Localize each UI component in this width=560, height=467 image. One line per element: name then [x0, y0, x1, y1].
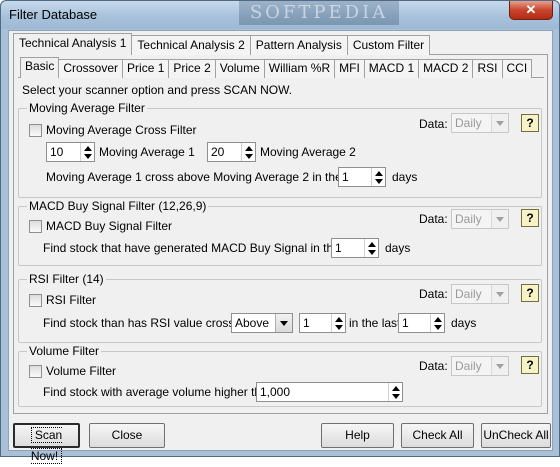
chevron-down-icon	[491, 210, 508, 228]
spin-arrows-icon	[371, 168, 385, 186]
chevron-down-icon	[491, 357, 508, 375]
volume-find-text: Find stock with average volume higher th…	[43, 385, 275, 399]
macd-help-icon[interactable]: ?	[521, 209, 539, 227]
rsi-data-value: Daily	[455, 287, 482, 301]
tab-macd-2[interactable]: MACD 2	[418, 59, 474, 78]
rsi-data-select[interactable]: Daily	[451, 284, 509, 304]
macd-find-text: Find stock that have generated MACD Buy …	[43, 241, 362, 255]
ma1-label: Moving Average 1	[99, 145, 195, 159]
dialog-client-area: Technical Analysis 1 Technical Analysis …	[8, 30, 553, 464]
rsi-days-label: days	[451, 316, 477, 330]
macd-filter-legend: MACD Buy Signal Filter (12,26,9)	[29, 199, 207, 213]
scan-now-label: Scan Now!	[30, 427, 63, 464]
rsi-filter-legend: RSI Filter (14)	[29, 272, 104, 286]
rsi-filter-label: RSI Filter	[46, 293, 97, 307]
tab-technical-analysis-2[interactable]: Technical Analysis 2	[131, 35, 251, 55]
tab-technical-analysis-1[interactable]: Technical Analysis 1	[13, 33, 133, 55]
rsi-days-value: 1	[402, 316, 409, 330]
ma-data-value: Daily	[455, 116, 482, 130]
spin-arrows-icon	[331, 314, 345, 332]
volume-value: 1,000	[260, 385, 291, 399]
volume-help-icon[interactable]: ?	[521, 356, 539, 374]
macd-days-stepper[interactable]: 1	[331, 238, 379, 258]
inner-tab-strip: Basic Crossover Price 1 Price 2 Volume W…	[20, 57, 533, 78]
volume-value-stepper[interactable]: 1,000	[256, 382, 403, 402]
rsi-days-stepper[interactable]: 1	[398, 313, 445, 333]
moving-average-cross-label: Moving Average Cross Filter	[46, 123, 197, 137]
rsi-direction-value: Above	[235, 316, 270, 330]
scan-now-button[interactable]: Scan Now!	[13, 423, 80, 464]
tab-basic[interactable]: Basic	[20, 57, 60, 78]
tab-crossover[interactable]: Crossover	[58, 59, 124, 78]
rsi-help-icon[interactable]: ?	[521, 284, 539, 302]
tab-cci[interactable]: CCI	[501, 59, 533, 78]
softpedia-watermark: SOFTPEDIA	[239, 1, 399, 25]
macd-data-select[interactable]: Daily	[451, 209, 509, 229]
rsi-value: 1	[303, 316, 310, 330]
rsi-find-text: Find stock than has RSI value crossed	[43, 316, 248, 330]
rsi-value-stepper[interactable]: 1	[299, 313, 346, 333]
macd-days-value: 1	[335, 241, 342, 255]
spin-arrows-icon	[241, 143, 255, 161]
volume-data-label: Data:	[419, 359, 448, 373]
spin-arrows-icon	[364, 239, 378, 257]
filter-database-window: Filter Database SOFTPEDIA ✕ Technical An…	[0, 0, 560, 464]
rsi-filter-checkbox[interactable]	[29, 294, 42, 307]
tab-mfi[interactable]: MFI	[334, 59, 365, 78]
ma-cross-text: Moving Average 1 cross above Moving Aver…	[46, 170, 364, 184]
macd-days-label: days	[385, 241, 411, 255]
ma-days-stepper[interactable]: 1	[338, 167, 386, 187]
chevron-down-icon	[491, 114, 508, 132]
macd-data-label: Data:	[419, 212, 448, 226]
check-all-button[interactable]: Check All	[401, 423, 474, 448]
moving-average-filter-legend: Moving Average Filter	[29, 101, 145, 115]
tab-pattern-analysis[interactable]: Pattern Analysis	[249, 35, 348, 55]
ma1-value: 10	[50, 145, 64, 159]
tab-custom-filter[interactable]: Custom Filter	[346, 35, 431, 55]
instruction-text: Select your scanner option and press SCA…	[22, 83, 293, 97]
macd-buy-signal-label: MACD Buy Signal Filter	[46, 219, 173, 233]
chevron-down-icon	[275, 314, 292, 332]
tab-price-1[interactable]: Price 1	[122, 59, 170, 78]
chevron-down-icon	[491, 285, 508, 303]
ma2-label: Moving Average 2	[260, 145, 356, 159]
ma1-stepper[interactable]: 10	[46, 142, 95, 162]
ma-data-select[interactable]: Daily	[451, 113, 509, 133]
ma-days-value: 1	[342, 170, 349, 184]
help-button[interactable]: Help	[321, 423, 394, 448]
macd-data-value: Daily	[455, 212, 482, 226]
tab-price-2[interactable]: Price 2	[168, 59, 216, 78]
window-title: Filter Database	[9, 7, 98, 22]
ma-days-label: days	[392, 170, 418, 184]
title-bar[interactable]: Filter Database SOFTPEDIA ✕	[1, 1, 559, 29]
ma-help-icon[interactable]: ?	[521, 114, 539, 132]
spin-arrows-icon	[430, 314, 444, 332]
tab-rsi[interactable]: RSI	[472, 59, 503, 78]
volume-data-value: Daily	[455, 359, 482, 373]
ma2-stepper[interactable]: 20	[207, 142, 256, 162]
ma-data-label: Data:	[419, 117, 448, 131]
close-button[interactable]: Close	[89, 423, 165, 448]
volume-data-select[interactable]: Daily	[451, 356, 509, 376]
spin-arrows-icon	[80, 143, 94, 161]
rsi-in-last-label: in the last	[349, 316, 401, 330]
window-close-button[interactable]: ✕	[509, 1, 553, 20]
rsi-direction-select[interactable]: Above	[231, 313, 293, 333]
rsi-data-label: Data:	[419, 287, 448, 301]
volume-filter-checkbox[interactable]	[29, 365, 42, 378]
volume-filter-legend: Volume Filter	[29, 344, 100, 358]
tab-volume[interactable]: Volume	[214, 59, 265, 78]
ma2-value: 20	[211, 145, 225, 159]
outer-tab-strip: Technical Analysis 1 Technical Analysis …	[13, 33, 431, 55]
tab-william-r[interactable]: William %R	[263, 59, 336, 78]
spin-arrows-icon	[388, 383, 402, 401]
moving-average-cross-checkbox[interactable]	[29, 124, 42, 137]
tab-macd-1[interactable]: MACD 1	[363, 59, 420, 78]
macd-buy-signal-checkbox[interactable]	[29, 220, 42, 233]
volume-filter-label: Volume Filter	[46, 364, 117, 378]
uncheck-all-button[interactable]: UnCheck All	[481, 423, 551, 448]
